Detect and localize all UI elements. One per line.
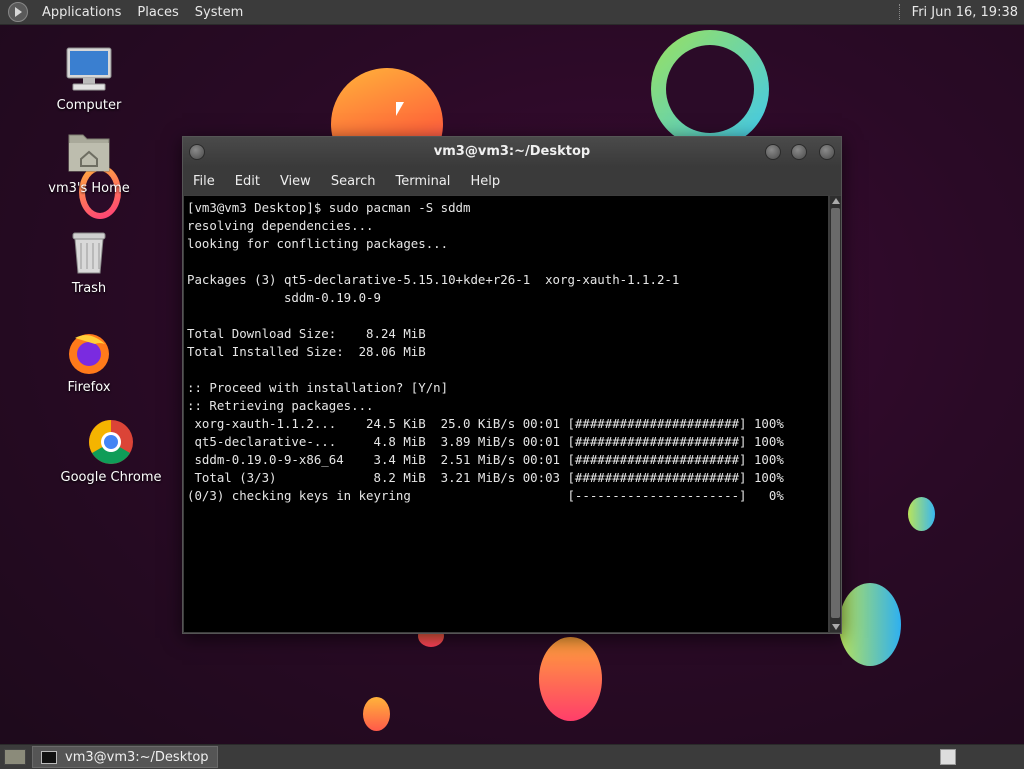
wallpaper-blob — [908, 497, 935, 531]
wallpaper-blob — [363, 697, 390, 731]
window-titlebar[interactable]: vm3@vm3:~/Desktop — [183, 137, 841, 167]
desktop-icon-chrome[interactable]: Google Chrome — [56, 418, 166, 485]
home-folder-icon — [65, 129, 113, 177]
computer-icon — [65, 46, 113, 94]
scroll-up-arrow-icon[interactable] — [832, 198, 840, 204]
minimize-button[interactable] — [765, 144, 781, 160]
panel-separator — [898, 4, 902, 20]
firefox-icon — [65, 328, 113, 376]
window-menu-button[interactable] — [189, 144, 205, 160]
desktop-icon-label: Computer — [56, 98, 122, 113]
wallpaper-ring — [651, 30, 769, 148]
terminal-output[interactable]: [vm3@vm3 Desktop]$ sudo pacman -S sddm r… — [184, 196, 828, 632]
terminal-window[interactable]: vm3@vm3:~/Desktop File Edit View Search … — [182, 136, 842, 634]
close-button[interactable] — [819, 144, 835, 160]
taskbar-item-terminal[interactable]: vm3@vm3:~/Desktop — [32, 746, 218, 768]
terminal-menubar: File Edit View Search Terminal Help — [183, 167, 841, 195]
desktop-icon-firefox[interactable]: Firefox — [34, 328, 144, 395]
wallpaper-blob — [539, 637, 602, 721]
taskbar-item-label: vm3@vm3:~/Desktop — [65, 749, 209, 765]
bottom-panel: vm3@vm3:~/Desktop — [0, 744, 1024, 769]
desktop-icon-label: Trash — [71, 281, 107, 296]
main-menu-logo-icon[interactable] — [8, 2, 28, 22]
chrome-icon — [87, 418, 135, 466]
menu-terminal[interactable]: Terminal — [385, 174, 460, 189]
top-panel: Applications Places System Fri Jun 16, 1… — [0, 0, 1024, 25]
scrollbar-thumb[interactable] — [831, 208, 840, 618]
clock[interactable]: Fri Jun 16, 19:38 — [912, 5, 1024, 20]
maximize-button[interactable] — [791, 144, 807, 160]
trash-icon — [65, 229, 113, 277]
menu-help[interactable]: Help — [460, 174, 510, 189]
desktop-icon-computer[interactable]: Computer — [34, 46, 144, 113]
scroll-down-arrow-icon[interactable] — [832, 624, 840, 630]
panel-tray: Fri Jun 16, 19:38 — [898, 0, 1024, 24]
show-desktop-icon[interactable] — [4, 749, 26, 765]
terminal-icon — [41, 750, 57, 764]
desktop-icon-label: Google Chrome — [60, 470, 162, 485]
menu-view[interactable]: View — [270, 174, 321, 189]
menu-search[interactable]: Search — [321, 174, 386, 189]
window-title: vm3@vm3:~/Desktop — [433, 144, 591, 159]
mouse-pointer-icon — [396, 102, 404, 116]
desktop-icon-home[interactable]: vm3's Home — [34, 129, 144, 196]
desktop-icon-trash[interactable]: Trash — [34, 229, 144, 296]
terminal-scrollbar[interactable] — [830, 196, 841, 632]
terminal-text: [vm3@vm3 Desktop]$ sudo pacman -S sddm r… — [187, 200, 784, 503]
wallpaper-blob — [839, 583, 901, 666]
menu-places[interactable]: Places — [129, 5, 186, 20]
desktop-icon-label: Firefox — [67, 380, 111, 395]
menu-file[interactable]: File — [183, 174, 225, 189]
menu-system[interactable]: System — [187, 5, 251, 20]
menu-applications[interactable]: Applications — [34, 5, 129, 20]
desktop-icon-label: vm3's Home — [48, 181, 130, 196]
menu-edit[interactable]: Edit — [225, 174, 270, 189]
workspace-switcher[interactable] — [940, 749, 956, 765]
